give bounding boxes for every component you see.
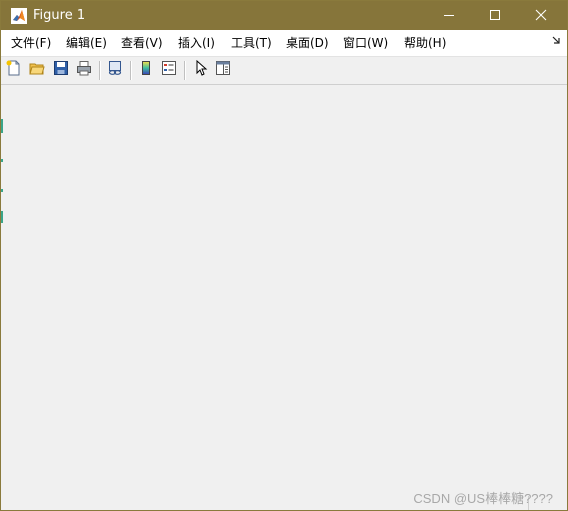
print-icon [76,60,92,80]
menu-insert[interactable]: 插入(I) [178,35,215,51]
toolbar-separator [130,61,132,80]
maximize-button[interactable] [472,1,518,30]
new-figure-icon [6,60,22,80]
watermark-text: CSDN @US棒棒糖???? [413,491,553,506]
insert-colorbar-icon [138,60,154,80]
insert-colorbar-button[interactable] [137,61,155,79]
property-inspector-button[interactable] [214,61,232,79]
link-plot-icon [107,60,123,80]
menu-help[interactable]: 帮助(H) [404,35,446,51]
menu-bar: 文件(F) 编辑(E) 查看(V) 插入(I) 工具(T) 桌面(D) 窗口(W… [1,30,567,57]
menu-edit[interactable]: 编辑(E) [66,35,107,51]
edit-plot-pointer-icon [193,59,209,80]
close-icon [535,6,547,25]
insert-legend-button[interactable] [160,61,178,79]
link-plot-button[interactable] [106,61,124,79]
toolbar-separator [99,61,101,80]
matlab-logo-icon [11,8,27,24]
chevron-overflow-icon[interactable] [552,36,560,47]
new-figure-button[interactable] [5,60,23,80]
title-bar[interactable]: Figure 1 [1,1,567,30]
window-title: Figure 1 [33,8,86,23]
open-file-button[interactable] [28,61,46,79]
print-button[interactable] [75,61,93,79]
minimize-button[interactable] [426,1,472,30]
maximize-icon [489,6,501,25]
menu-view[interactable]: 查看(V) [121,35,163,51]
figure-toolbar [1,57,567,85]
open-file-icon [29,60,45,80]
minimize-icon [443,6,455,25]
menu-tools[interactable]: 工具(T) [231,35,272,51]
save-icon [53,60,69,80]
menu-window[interactable]: 窗口(W) [343,35,388,51]
property-inspector-icon [215,60,231,80]
save-button[interactable] [52,61,70,79]
figure-canvas[interactable] [1,85,567,510]
close-button[interactable] [518,1,564,30]
figure-window: Figure 1 文件(F) 编辑(E) 查看(V) 插入(I) 工具(T) 桌… [0,0,568,511]
menu-file[interactable]: 文件(F) [11,35,51,51]
edit-plot-button[interactable] [192,59,210,80]
insert-legend-icon [161,60,177,80]
toolbar-separator [184,61,186,80]
menu-desktop[interactable]: 桌面(D) [286,35,329,51]
left-edge-marks [1,119,4,225]
